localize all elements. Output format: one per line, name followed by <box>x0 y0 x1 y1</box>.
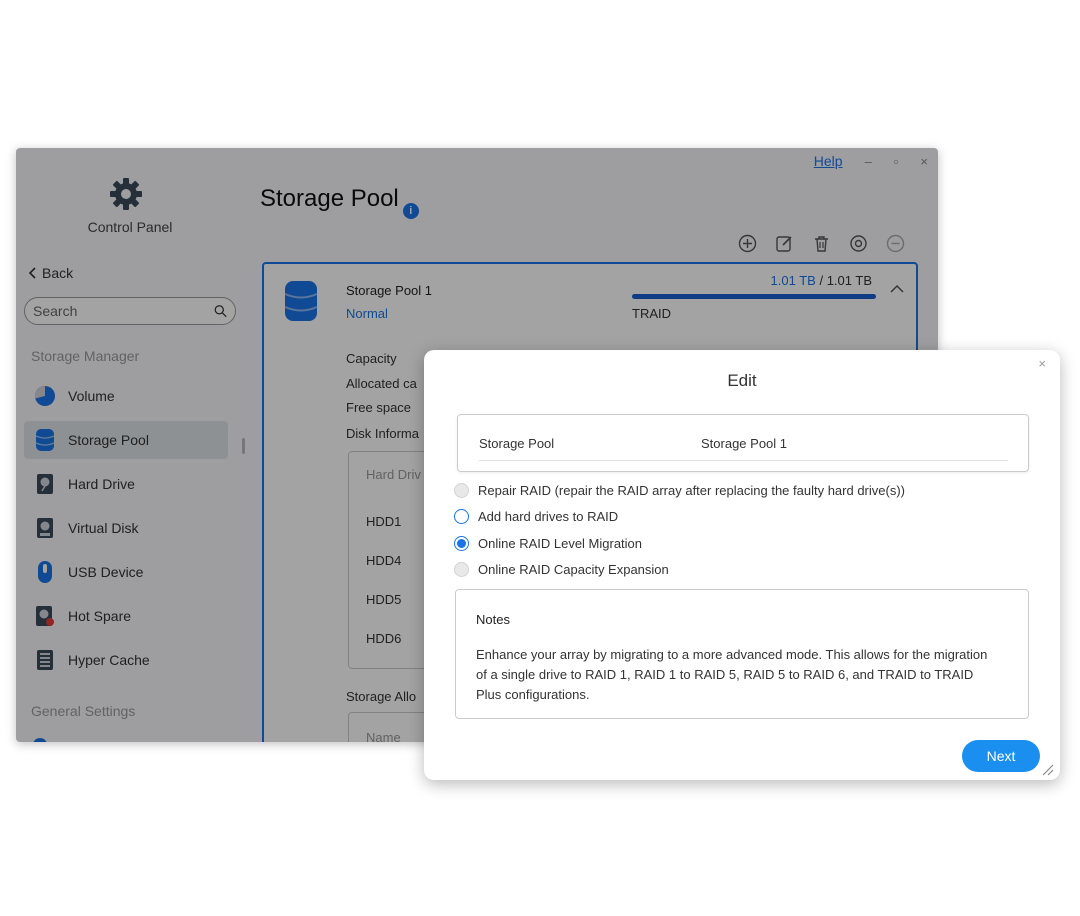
divider <box>479 460 1008 461</box>
sidebar-item-label: Volume <box>68 388 115 404</box>
storage-pool-value: Storage Pool 1 <box>701 436 788 451</box>
section-storage-manager: Storage Manager <box>31 348 140 364</box>
chevron-up-icon[interactable] <box>890 284 904 293</box>
capacity-text: 1.01 TB / 1.01 TB <box>771 273 872 288</box>
capacity-total: 1.01 TB <box>826 273 872 288</box>
disk-table-header: Hard Driv <box>366 467 421 482</box>
sidebar-item-volume[interactable]: Volume <box>24 377 228 415</box>
sidebar-item-label: Hot Spare <box>68 608 132 624</box>
free-space-label: Free space <box>346 400 412 415</box>
help-link[interactable]: Help <box>814 153 843 169</box>
hyper-cache-icon <box>37 650 53 670</box>
maximize-button[interactable]: ▫ <box>894 154 899 169</box>
back-label: Back <box>42 265 74 281</box>
back-button[interactable]: Back <box>28 265 73 281</box>
more-icon[interactable] <box>886 234 905 253</box>
resize-handle-icon[interactable] <box>1040 762 1054 776</box>
allocation-table-header: Name <box>366 730 401 742</box>
volume-pie-icon <box>34 385 55 406</box>
hard-drive-icon <box>37 474 53 494</box>
close-icon[interactable]: × <box>1038 356 1046 371</box>
page-title: Storage Pool <box>260 185 399 212</box>
option-add-hard-drives[interactable]: Add hard drives to RAID <box>454 509 618 524</box>
gear-icon <box>110 178 142 210</box>
sidebar-item-hot-spare[interactable]: Hot Spare <box>24 597 228 635</box>
sidebar: Control Panel Back Storage Manager Volum… <box>16 148 244 742</box>
option-raid-capacity-expansion[interactable]: Online RAID Capacity Expansion <box>454 562 669 577</box>
storage-pool-icon <box>284 281 318 321</box>
storage-pool-icon <box>35 429 55 451</box>
pool-status: Normal <box>346 306 388 321</box>
sidebar-item-label: Hard Drive <box>68 476 135 492</box>
storage-pool-field: Storage Pool Storage Pool 1 <box>457 414 1029 472</box>
radio-raid-capacity-expansion[interactable] <box>454 562 469 577</box>
capacity-bar-fill <box>632 294 876 299</box>
option-repair-raid[interactable]: Repair RAID (repair the RAID array after… <box>454 483 905 498</box>
window-controls: Help – ▫ × <box>814 153 928 169</box>
capacity-bar <box>632 294 876 299</box>
option-raid-level-migration[interactable]: Online RAID Level Migration <box>454 536 642 551</box>
sidebar-item-label: USB Device <box>68 564 144 580</box>
disk-information-label: Disk Informa <box>346 426 419 441</box>
general-settings-item-icon <box>33 738 47 742</box>
edit-icon[interactable] <box>775 234 794 253</box>
capacity-used: 1.01 TB <box>770 273 816 288</box>
close-window-button[interactable]: × <box>920 154 928 169</box>
storage-allocation-label: Storage Allo <box>346 689 417 704</box>
sidebar-item-virtual-disk[interactable]: Virtual Disk <box>24 509 228 547</box>
sidebar-item-label: Virtual Disk <box>68 520 139 536</box>
app-title: Control Panel <box>87 219 173 235</box>
table-row: HDD1 <box>366 514 402 529</box>
section-general-settings: General Settings <box>31 703 136 719</box>
sidebar-item-label: Hyper Cache <box>68 652 150 668</box>
next-button[interactable]: Next <box>962 740 1040 772</box>
add-icon[interactable] <box>738 234 757 253</box>
raid-type: TRAID <box>632 306 671 321</box>
sidebar-scrollbar[interactable] <box>242 438 245 454</box>
search-box[interactable] <box>24 297 236 325</box>
usb-device-icon <box>38 561 52 583</box>
notes-body: Enhance your array by migrating to a mor… <box>476 647 988 702</box>
edit-dialog: × Edit Storage Pool Storage Pool 1 Repai… <box>424 350 1060 780</box>
info-icon[interactable]: i <box>402 203 419 219</box>
radio-raid-level-migration[interactable] <box>454 536 469 551</box>
notes-box: Notes Enhance your array by migrating to… <box>455 589 1029 719</box>
page-title-row: Storage Pool i <box>260 185 419 219</box>
radio-repair-raid[interactable] <box>454 483 469 498</box>
table-row: HDD4 <box>366 553 402 568</box>
sidebar-item-storage-pool[interactable]: Storage Pool <box>24 421 228 459</box>
settings-icon[interactable] <box>849 234 868 253</box>
option-label: Online RAID Level Migration <box>478 536 643 551</box>
option-label: Repair RAID (repair the RAID array after… <box>478 483 905 498</box>
toolbar <box>738 234 905 253</box>
sidebar-item-hyper-cache[interactable]: Hyper Cache <box>24 641 228 679</box>
delete-icon[interactable] <box>812 234 831 253</box>
notes-title: Notes <box>476 612 510 627</box>
table-row: HDD6 <box>366 631 402 646</box>
chevron-left-icon <box>28 267 36 279</box>
table-row: HDD5 <box>366 592 402 607</box>
option-label: Add hard drives to RAID <box>478 509 619 524</box>
dialog-title: Edit <box>727 371 757 390</box>
option-label: Online RAID Capacity Expansion <box>478 562 669 577</box>
pool-name: Storage Pool 1 <box>346 283 433 298</box>
minimize-button[interactable]: – <box>865 154 872 169</box>
sidebar-item-label: Storage Pool <box>68 432 149 448</box>
capacity-label: Capacity <box>346 351 397 366</box>
sidebar-item-usb-device[interactable]: USB Device <box>24 553 228 591</box>
storage-pool-key: Storage Pool <box>479 436 555 451</box>
hot-spare-icon <box>36 606 54 626</box>
radio-add-hard-drives[interactable] <box>454 509 469 524</box>
allocated-capacity-label: Allocated ca <box>346 376 417 391</box>
sidebar-item-hard-drive[interactable]: Hard Drive <box>24 465 228 503</box>
virtual-disk-icon <box>37 518 53 538</box>
search-icon[interactable] <box>214 303 227 319</box>
search-input[interactable] <box>33 303 214 319</box>
capacity-separator: / <box>819 273 824 288</box>
